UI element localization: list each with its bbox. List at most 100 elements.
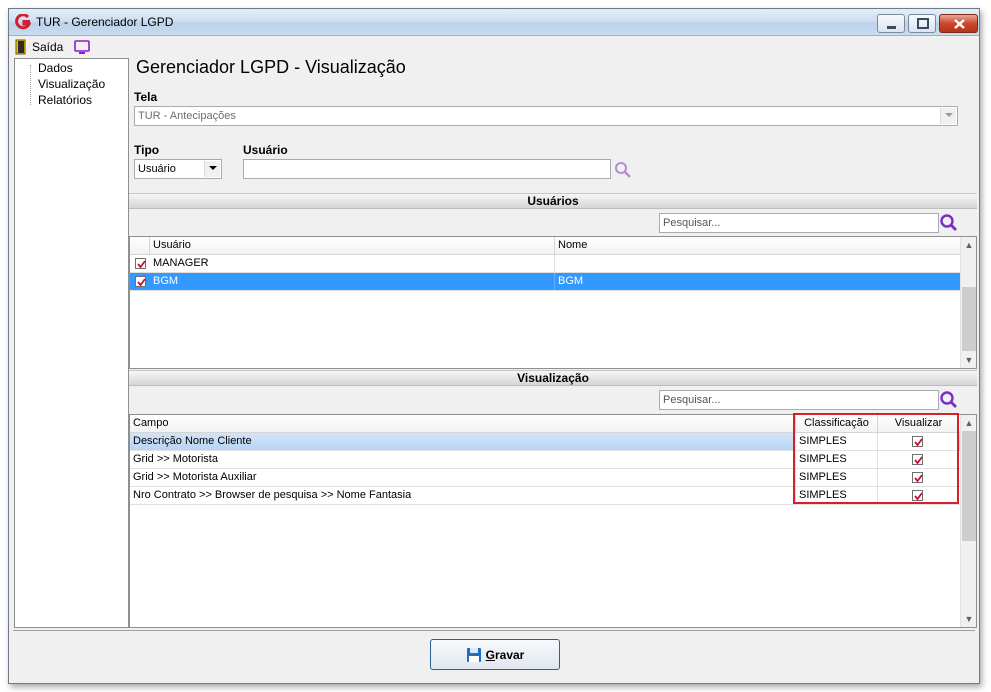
chevron-down-icon [945,113,953,117]
cell-nome: BGM [558,275,584,287]
cell-classificacao: SIMPLES [796,433,878,450]
save-label: Gravar [486,648,525,662]
users-col-nome[interactable]: Nome [555,237,961,255]
app-window: TUR - Gerenciador LGPD Saída Dados Visua… [8,8,980,684]
page-title: Gerenciador LGPD - Visualização [136,57,406,77]
cell-campo: Nro Contrato >> Browser de pesquisa >> N… [130,487,796,504]
table-row[interactable]: Grid >> Motorista Auxiliar SIMPLES [130,469,961,487]
tela-label: Tela [134,90,158,104]
view-scrollbar[interactable]: ▲ ▼ [960,415,976,627]
checkmark-icon [914,438,923,447]
users-search-field[interactable] [660,214,938,232]
usuario-search-icon[interactable] [613,160,633,180]
visualizar-checkbox[interactable] [912,490,923,501]
usuario-label: Usuário [243,143,288,157]
view-grid: Campo Classificação Visualizar Descrição… [129,414,977,628]
scroll-down-icon[interactable]: ▼ [961,352,976,368]
tela-select[interactable]: TUR - Antecipações [134,106,958,126]
close-button[interactable] [939,14,978,33]
row-checkbox[interactable] [135,258,146,269]
footer-separator [13,630,975,631]
view-grid-header: Campo Classificação Visualizar [130,415,961,433]
view-col-classificacao[interactable]: Classificação [796,415,878,433]
scroll-up-icon[interactable]: ▲ [961,237,976,253]
app-logo-icon [15,14,31,30]
scroll-thumb[interactable] [962,287,976,351]
cell-campo: Grid >> Motorista [130,451,796,468]
tela-value: TUR - Antecipações [138,110,236,122]
view-col-campo[interactable]: Campo [130,415,796,433]
cell-campo: Grid >> Motorista Auxiliar [130,469,796,486]
users-col-usuario[interactable]: Usuário [150,237,555,255]
scroll-up-icon[interactable]: ▲ [961,415,976,431]
visualizar-checkbox[interactable] [912,472,923,483]
window-title: TUR - Gerenciador LGPD [36,15,174,29]
tree-item-visualizacao[interactable]: Visualização [25,77,105,91]
maximize-button[interactable] [908,14,936,33]
floppy-disk-icon [466,647,481,662]
checkmark-icon [137,278,146,287]
cell-visualizar [878,451,959,468]
view-section-header: Visualização [129,370,977,386]
users-col-check [130,237,150,255]
checkmark-icon [137,260,146,269]
save-label-rest: ravar [494,647,525,662]
cell-nome [555,255,961,272]
view-col-visualizar[interactable]: Visualizar [878,415,959,433]
scroll-thumb[interactable] [962,431,976,541]
users-scrollbar[interactable]: ▲ ▼ [960,237,976,368]
monitor-icon[interactable] [73,39,91,55]
table-row-focused[interactable]: Descrição Nome Cliente SIMPLES [130,433,961,451]
cell-classificacao: SIMPLES [796,451,878,468]
maximize-icon [917,18,929,29]
cell-classificacao: SIMPLES [796,487,878,504]
chevron-down-icon [209,166,217,170]
view-search-icon[interactable] [939,390,959,410]
scroll-down-icon[interactable]: ▼ [961,611,976,627]
cell-classificacao: SIMPLES [796,469,878,486]
minimize-icon [887,26,896,29]
visualizar-checkbox[interactable] [912,454,923,465]
save-label-mnemonic: G [485,647,495,662]
checkmark-icon [914,456,923,465]
navigation-tree: Dados Visualização Relatórios [14,58,129,628]
users-grid-header: Usuário Nome [130,237,961,255]
users-search-input[interactable] [659,213,939,233]
menu-bar: Saída [9,37,979,57]
view-search-input[interactable] [659,390,939,410]
close-icon [954,19,965,29]
tipo-dropdown-arrow[interactable] [204,161,220,177]
tipo-label: Tipo [134,143,160,157]
tipo-select[interactable]: Usuário [134,159,222,179]
minimize-button[interactable] [877,14,905,33]
cell-visualizar [878,433,959,450]
tree-item-relatorios[interactable]: Relatórios [25,93,92,107]
exit-door-icon [15,39,26,55]
table-row-selected[interactable]: BGM BGM [130,273,961,291]
table-row[interactable]: MANAGER [130,255,961,273]
users-section-header: Usuários [129,193,977,209]
visualizar-checkbox[interactable] [912,436,923,447]
table-row[interactable]: Nro Contrato >> Browser de pesquisa >> N… [130,487,961,505]
tree-item-dados[interactable]: Dados [25,61,73,75]
cell-visualizar [878,487,959,504]
checkmark-icon [914,474,923,483]
title-bar[interactable]: TUR - Gerenciador LGPD [9,9,979,36]
cell-usuario: MANAGER [150,255,555,272]
users-search-icon[interactable] [939,213,959,233]
usuario-input-field[interactable] [244,160,610,178]
exit-label: Saída [32,40,64,54]
table-row[interactable]: Grid >> Motorista SIMPLES [130,451,961,469]
save-button[interactable]: Gravar [430,639,560,670]
checkmark-icon [914,492,923,501]
cell-visualizar [878,469,959,486]
exit-menu-item[interactable]: Saída [15,38,63,56]
tela-dropdown-arrow[interactable] [940,108,956,124]
row-checkbox[interactable] [135,276,146,287]
cell-campo: Descrição Nome Cliente [130,433,796,450]
usuario-input[interactable] [243,159,611,179]
users-grid: Usuário Nome MANAGER BGM BGM ▲ ▼ [129,236,977,369]
tipo-value: Usuário [138,163,176,175]
cell-usuario: BGM [150,273,555,290]
view-search-field[interactable] [660,391,938,409]
